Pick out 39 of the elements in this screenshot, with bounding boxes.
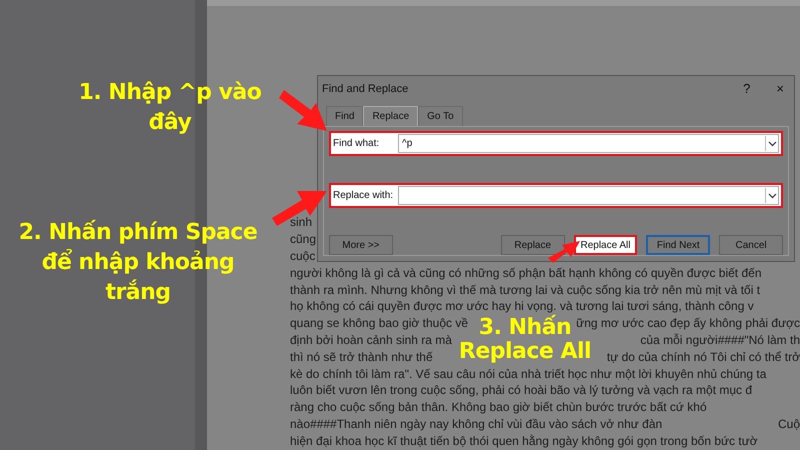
annotation-text: 2. Nhấn phím Space xyxy=(18,218,258,247)
text-line: Cuộ xyxy=(778,416,800,431)
dialog-button[interactable]: More >> xyxy=(329,235,393,255)
text-line: nào####Thanh niên ngày nay không chỉ vùi đầu vào sách vở như đàn xyxy=(290,416,662,431)
tab[interactable]: Go To xyxy=(418,106,463,126)
dialog-button[interactable]: Find Next xyxy=(646,235,710,255)
text-line: của mỗi người####"Nó làm th xyxy=(640,332,800,347)
tab[interactable]: Find xyxy=(326,106,364,126)
text-line: cũng xyxy=(290,232,316,246)
annotation-text: đây xyxy=(148,109,192,137)
text-line: hiện đại khoa học kĩ thuật tiến bộ thói quen hằng ngày không gói gọn trong bốn bức tườ xyxy=(290,434,758,448)
annotation-text: 1. Nhập ^p vào xyxy=(78,79,262,107)
text-line: thành ra mình. Nhưng không vì thế mà tương lai và cuộc sống kia trở nên mù mịt và tối t xyxy=(290,282,760,297)
tab[interactable]: Replace xyxy=(363,106,418,126)
annotation-text: 3. Nhấn xyxy=(478,316,572,340)
close-button[interactable]: × xyxy=(770,81,790,96)
help-button[interactable]: ? xyxy=(737,81,756,96)
text-line: ràng cho cuộc sống bản thân. Không bao giờ biết chùn bước trước bất cứ khó xyxy=(290,400,707,414)
text-line: luôn biết vươn lên trong cuộc sống, phải có hoài bão và lý tưởng và vạch ra một mục đ xyxy=(290,383,752,398)
annotation-text: Replace All xyxy=(458,340,592,364)
text-line: thì nó sẽ trở thành như thế xyxy=(290,350,433,364)
dialog-button[interactable]: Replace xyxy=(500,235,565,255)
dialog-button[interactable]: Replace All xyxy=(574,235,638,255)
dialog-title: Find and Replace xyxy=(322,82,408,94)
text-line: người không là gì cả và cũng có những số phận bất hạnh không có quyền được biết đến xyxy=(290,266,762,280)
text-line: kè do chính tôi làm ra". Vế sau câu nói của nhà triết học như một lời khuyên nhủ chúng ta xyxy=(290,366,766,381)
annotation-text: trắng xyxy=(105,278,171,307)
text-line: cuộc xyxy=(290,248,316,263)
text-line: sinh xyxy=(290,215,312,230)
annotation-text: để nhập khoảng xyxy=(42,248,234,277)
dialog-button[interactable]: Cancel xyxy=(719,235,783,255)
field-label: Replace with: xyxy=(333,190,394,201)
text-line: tự do của chính nó Tôi chỉ có thể trở xyxy=(606,350,800,364)
text-line: ững mơ ước cao đẹp ấy không phải được xyxy=(576,316,800,330)
text-line: quang se không bao giờ thuộc về xyxy=(290,316,468,330)
text-line: họ không có cái quyền được mơ ước hay hi vọng. và tương lai tươi sáng, thành công v xyxy=(290,299,754,314)
text-line: định bởi hoàn cảnh sinh ra mà xyxy=(290,332,452,347)
field-label: Find what: xyxy=(333,138,380,149)
combo-field[interactable]: ^p xyxy=(398,134,779,153)
